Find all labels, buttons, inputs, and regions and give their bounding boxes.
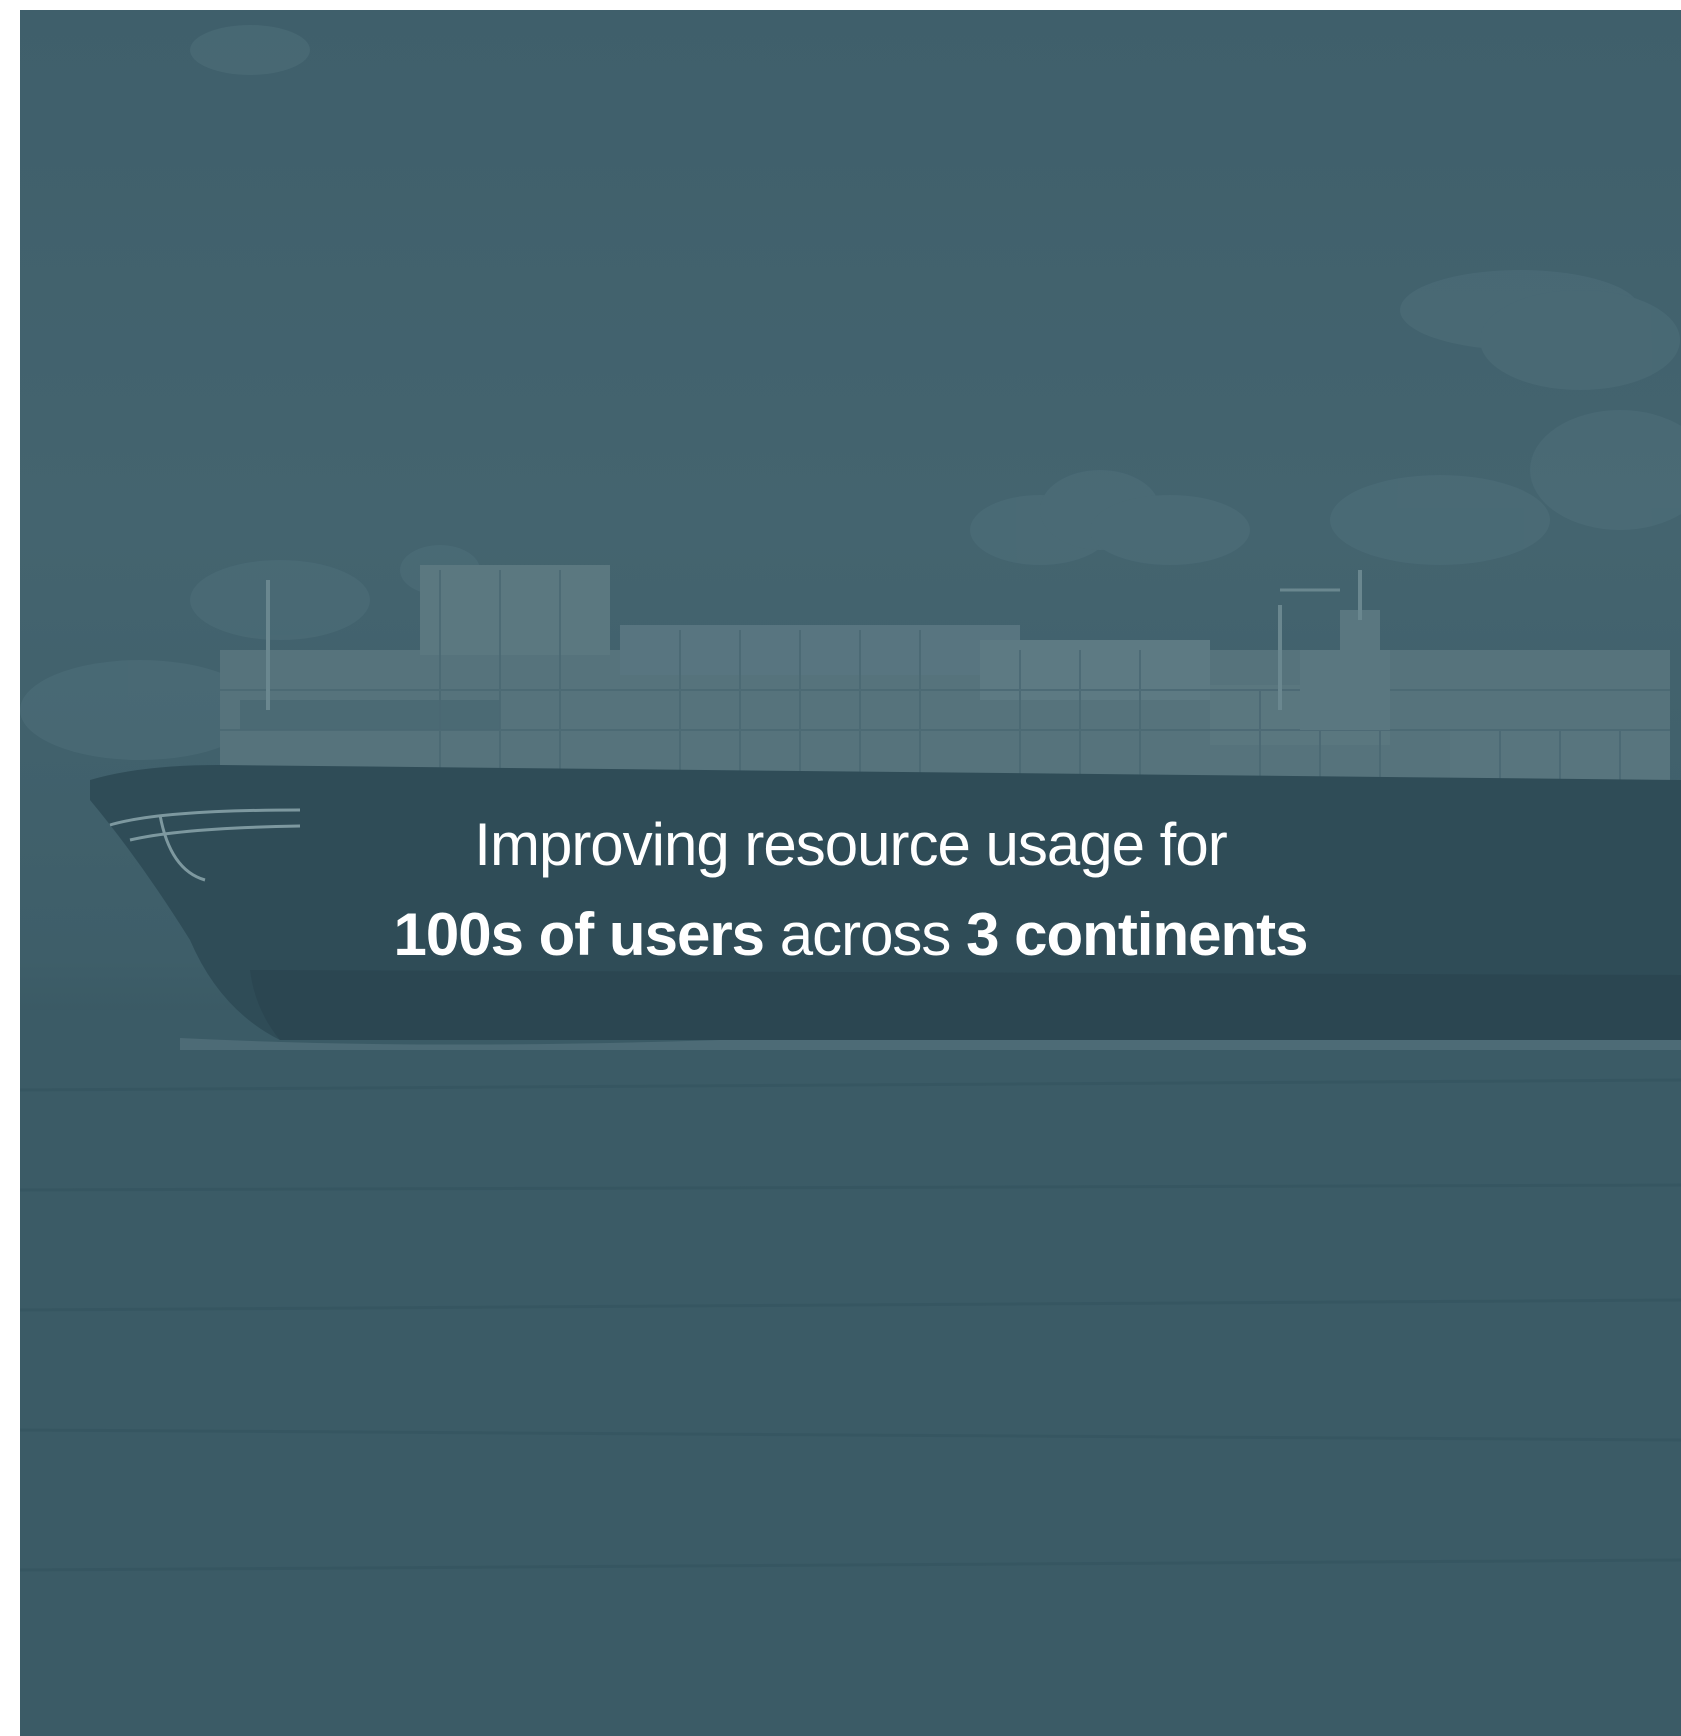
headline: Improving resource usage for 100s of use… [20, 800, 1681, 980]
headline-line-1: Improving resource usage for [474, 811, 1227, 878]
container-stacks [220, 565, 1670, 790]
headline-line-2: 100s of users across 3 continents [20, 890, 1681, 980]
hull-shadow [250, 970, 1681, 1040]
headline-connector: across [764, 901, 967, 968]
sea-surface [20, 1010, 1681, 1736]
hero-banner: Improving resource usage for 100s of use… [20, 10, 1681, 1736]
headline-users-count: 100s of users [393, 901, 765, 968]
headline-continents-count: 3 continents [966, 901, 1308, 968]
